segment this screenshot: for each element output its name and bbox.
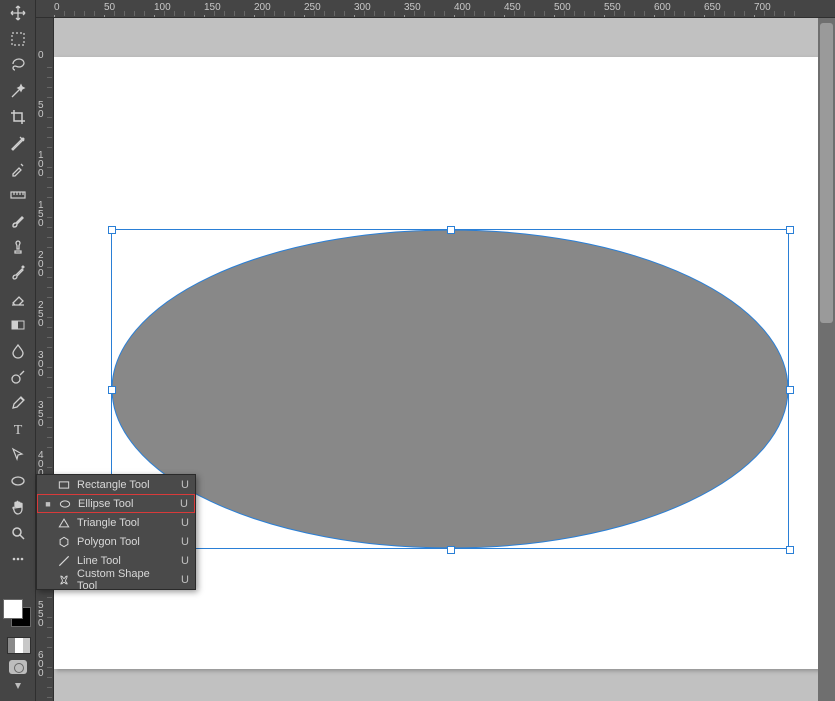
crop-tool[interactable] bbox=[0, 104, 36, 130]
toolbar-expand-handle[interactable] bbox=[14, 681, 22, 691]
pen-tool[interactable] bbox=[0, 390, 36, 416]
vertical-scrollbar[interactable] bbox=[818, 18, 835, 701]
tool-panel: T bbox=[0, 0, 36, 701]
gradient-tool[interactable] bbox=[0, 312, 36, 338]
brush-tool[interactable] bbox=[0, 208, 36, 234]
ruler-tick: 450 bbox=[504, 2, 521, 13]
blur-tool[interactable] bbox=[0, 338, 36, 364]
ruler-tick: 0 bbox=[38, 51, 52, 60]
ruler-tick: 600 bbox=[38, 651, 52, 678]
ruler-tick: 250 bbox=[304, 2, 321, 13]
ruler-tick: 550 bbox=[38, 601, 52, 628]
rect-icon bbox=[57, 478, 71, 492]
type-tool[interactable]: T bbox=[0, 416, 36, 442]
ruler-tick: 100 bbox=[38, 151, 52, 178]
menu-item-shortcut: U bbox=[175, 555, 189, 567]
line-icon bbox=[57, 554, 71, 568]
ruler-tick: 600 bbox=[654, 2, 671, 13]
polygon-icon bbox=[57, 535, 71, 549]
zoom-tool[interactable] bbox=[0, 520, 36, 546]
shape-tool-flyout: Rectangle ToolU■Ellipse ToolUTriangle To… bbox=[36, 474, 196, 590]
fill-stroke-swatches[interactable] bbox=[7, 637, 31, 654]
stamp-tool[interactable] bbox=[0, 234, 36, 260]
menu-item-label: Triangle Tool bbox=[77, 517, 169, 529]
ruler-tick: 100 bbox=[154, 2, 171, 13]
hand-tool[interactable] bbox=[0, 494, 36, 520]
shape-menu-item-ellipse[interactable]: ■ Ellipse Tool U bbox=[37, 494, 195, 513]
custom-icon bbox=[57, 573, 71, 587]
ruler-tick: 250 bbox=[38, 301, 52, 328]
eyedropper-tool[interactable] bbox=[0, 156, 36, 182]
shape-menu-item-rect[interactable]: Rectangle Tool U bbox=[37, 475, 195, 494]
scrollbar-thumb[interactable] bbox=[820, 23, 833, 323]
foreground-background-swatch[interactable] bbox=[3, 599, 33, 629]
ruler-tick: 350 bbox=[38, 401, 52, 428]
quick-mask-toggle[interactable] bbox=[9, 660, 27, 674]
workspace[interactable] bbox=[54, 18, 835, 701]
ellipse-shape[interactable] bbox=[111, 229, 789, 549]
ruler-tick: 150 bbox=[204, 2, 221, 13]
menu-item-label: Line Tool bbox=[77, 555, 169, 567]
marquee-tool[interactable] bbox=[0, 26, 36, 52]
menu-active-marker: ■ bbox=[44, 499, 52, 509]
menu-item-shortcut: U bbox=[175, 536, 189, 548]
foreground-color-swatch[interactable] bbox=[3, 599, 23, 619]
shape-tool[interactable] bbox=[0, 468, 36, 494]
ruler-tick: 300 bbox=[38, 351, 52, 378]
ruler-tick: 500 bbox=[554, 2, 571, 13]
ruler-tick: 200 bbox=[38, 251, 52, 278]
ruler-tick: 300 bbox=[354, 2, 371, 13]
ruler-tool[interactable] bbox=[0, 182, 36, 208]
ruler-tick: 350 bbox=[404, 2, 421, 13]
eraser-tool[interactable] bbox=[0, 286, 36, 312]
menu-item-label: Custom Shape Tool bbox=[77, 568, 169, 592]
ellipse-icon bbox=[58, 497, 72, 511]
ruler-tick: 400 bbox=[454, 2, 471, 13]
menu-item-shortcut: U bbox=[175, 574, 189, 586]
menu-item-shortcut: U bbox=[175, 479, 189, 491]
slice-tool[interactable] bbox=[0, 130, 36, 156]
menu-item-label: Ellipse Tool bbox=[78, 498, 168, 510]
shape-menu-item-polygon[interactable]: Polygon Tool U bbox=[37, 532, 195, 551]
ruler-tick: 200 bbox=[254, 2, 271, 13]
history-brush-tool[interactable] bbox=[0, 260, 36, 286]
menu-item-label: Polygon Tool bbox=[77, 536, 169, 548]
path-select-tool[interactable] bbox=[0, 442, 36, 468]
menu-item-label: Rectangle Tool bbox=[77, 479, 169, 491]
svg-text:T: T bbox=[14, 423, 23, 438]
shape-menu-item-triangle[interactable]: Triangle Tool U bbox=[37, 513, 195, 532]
ruler-tick: 150 bbox=[38, 201, 52, 228]
ruler-horizontal[interactable]: 0501001502002503003504004505005506006507… bbox=[36, 0, 835, 18]
more-tool[interactable] bbox=[0, 546, 36, 572]
triangle-icon bbox=[57, 516, 71, 530]
ruler-tick: 650 bbox=[704, 2, 721, 13]
ruler-tick: 550 bbox=[604, 2, 621, 13]
ruler-vertical[interactable]: 050100150200250300350400450500550600650 bbox=[36, 18, 54, 701]
ruler-tick: 700 bbox=[754, 2, 771, 13]
shape-menu-item-custom[interactable]: Custom Shape Tool U bbox=[37, 570, 195, 589]
dodge-tool[interactable] bbox=[0, 364, 36, 390]
magic-wand-tool[interactable] bbox=[0, 78, 36, 104]
lasso-tool[interactable] bbox=[0, 52, 36, 78]
move-tool[interactable] bbox=[0, 0, 36, 26]
menu-item-shortcut: U bbox=[175, 517, 189, 529]
ruler-tick: 0 bbox=[54, 2, 60, 13]
menu-item-shortcut: U bbox=[174, 498, 188, 510]
